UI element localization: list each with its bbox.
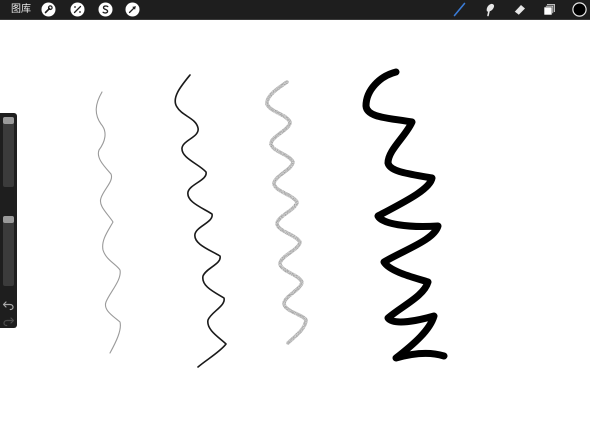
- stroke-fine-ink: [174, 74, 227, 368]
- wrench-icon[interactable]: [41, 2, 56, 17]
- undo-icon[interactable]: [2, 296, 15, 311]
- gallery-button[interactable]: 图库: [11, 3, 31, 16]
- brush-size-thumb[interactable]: [3, 117, 14, 124]
- stroke-bold-marker: [362, 68, 448, 362]
- smudge-icon[interactable]: [482, 2, 497, 17]
- drawing-canvas[interactable]: [0, 20, 590, 442]
- color-swatch-icon[interactable]: [572, 2, 587, 17]
- selection-s-icon[interactable]: [98, 2, 113, 17]
- eraser-icon[interactable]: [512, 2, 527, 17]
- side-panel: [0, 113, 17, 328]
- procreate-app: 图库: [0, 0, 590, 442]
- top-toolbar: 图库: [0, 0, 590, 20]
- brush-icon[interactable]: [452, 2, 467, 17]
- opacity-slider[interactable]: [3, 216, 14, 286]
- stroke-soft-charcoal: [265, 80, 308, 345]
- adjustments-wand-icon[interactable]: [70, 2, 85, 17]
- layers-icon[interactable]: [542, 2, 557, 17]
- brush-size-slider[interactable]: [3, 117, 14, 187]
- canvas-drawing: [95, 68, 448, 368]
- stroke-thin-pencil: [95, 91, 121, 354]
- opacity-thumb[interactable]: [3, 216, 14, 223]
- redo-icon[interactable]: [2, 312, 15, 327]
- transform-arrow-icon[interactable]: [125, 2, 140, 17]
